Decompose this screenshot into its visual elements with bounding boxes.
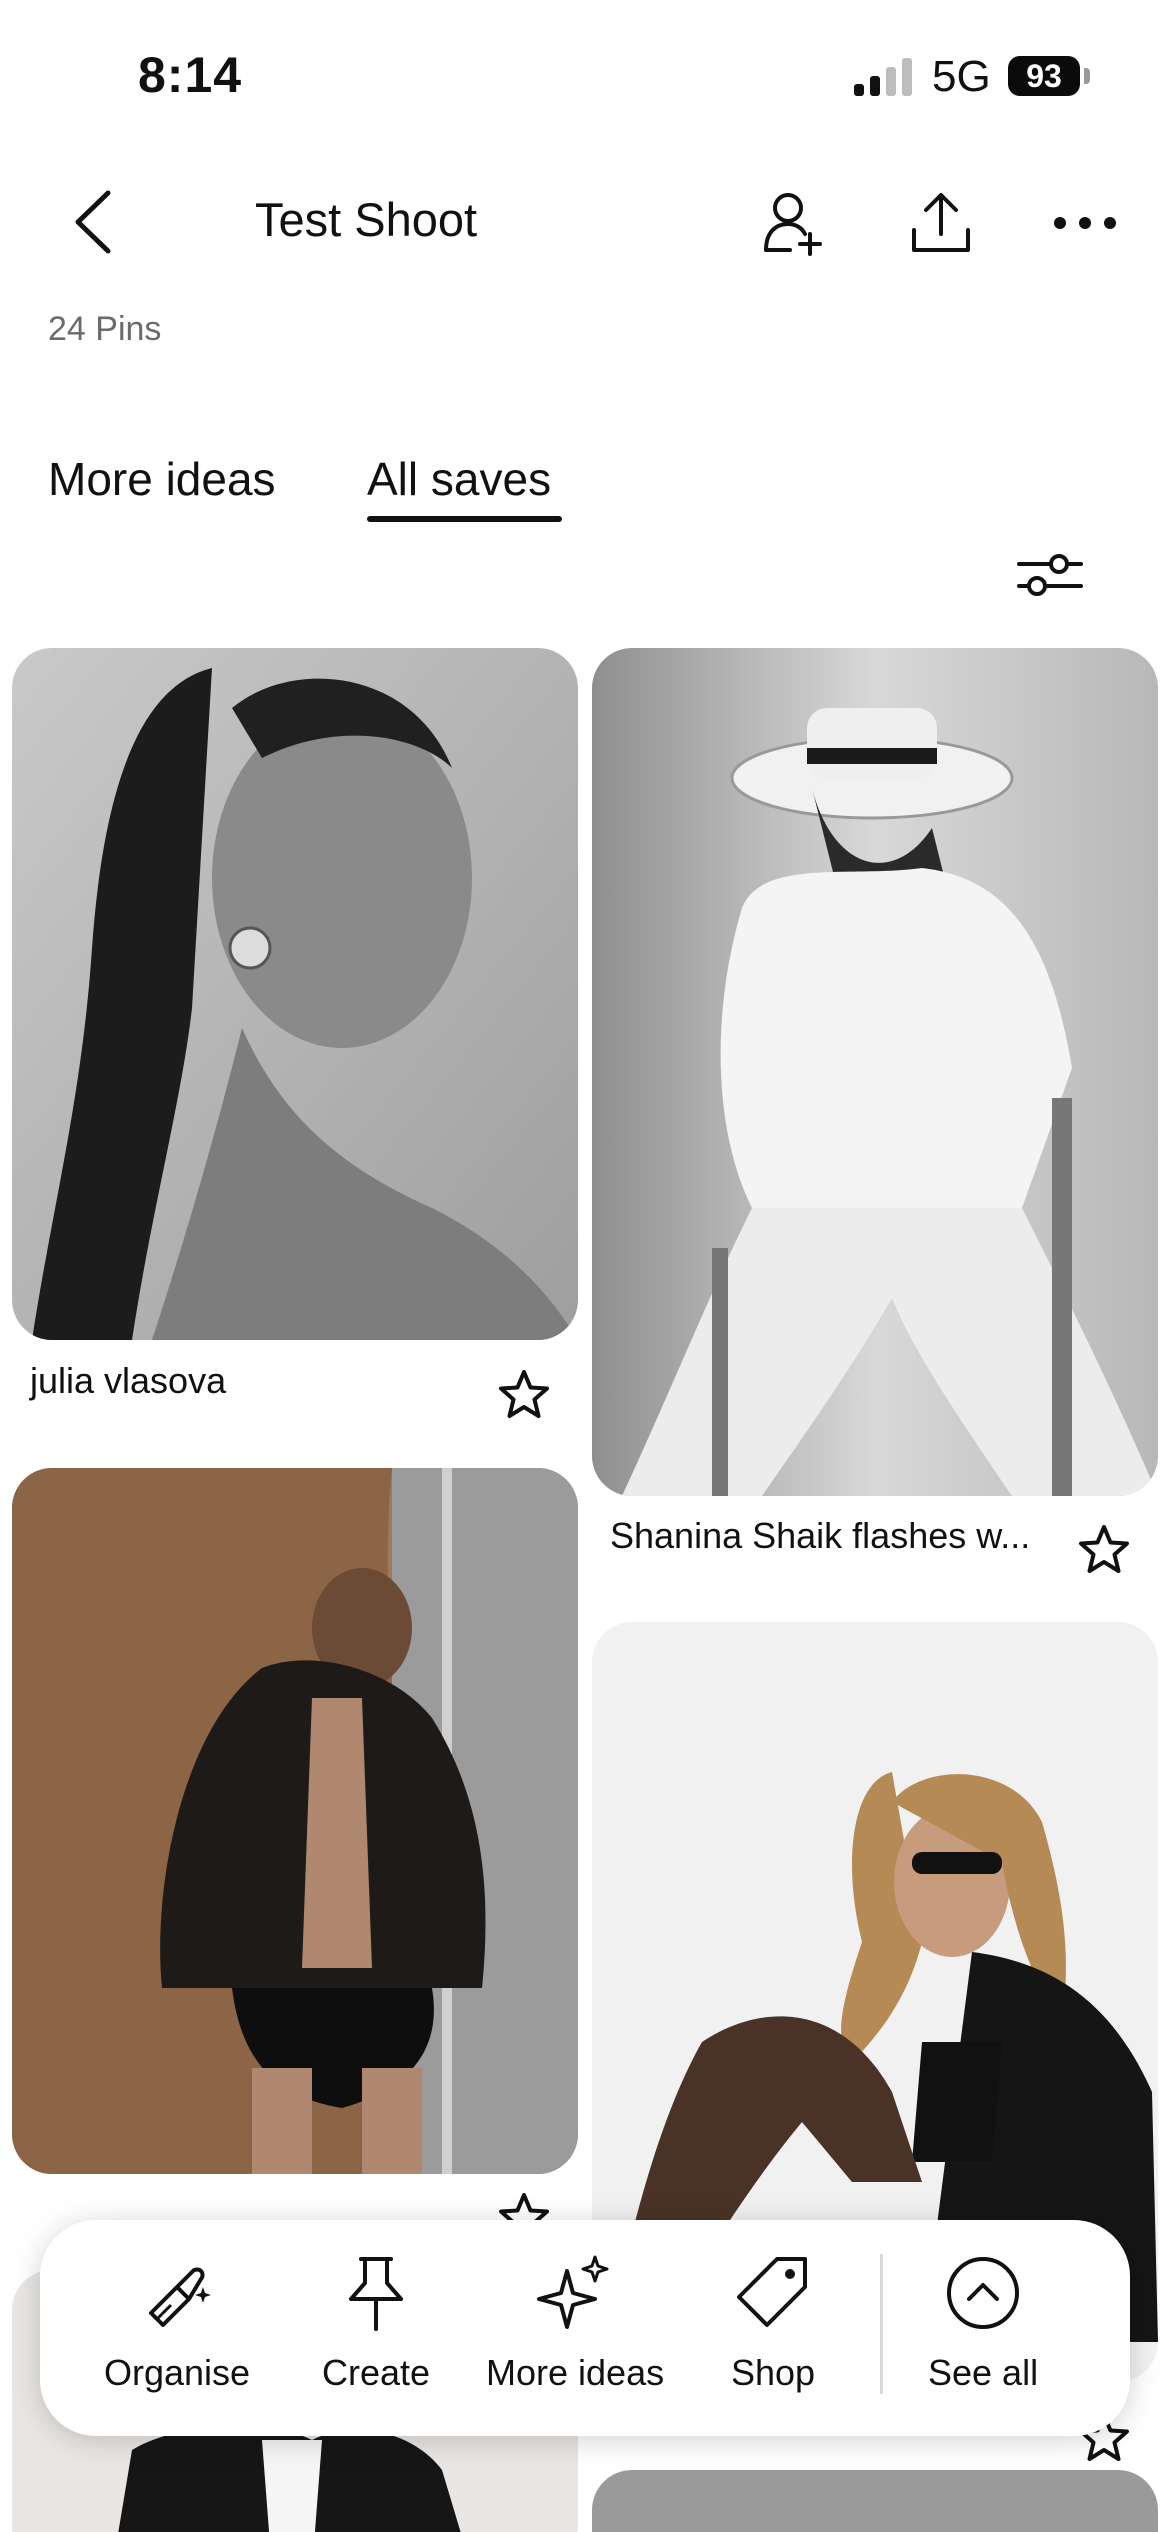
shop-label: Shop	[730, 2352, 816, 2393]
star-icon	[1079, 1525, 1129, 1573]
board-title: Test Shoot	[255, 193, 478, 246]
pin-image[interactable]	[592, 2470, 1158, 2532]
tag-icon	[728, 2248, 818, 2338]
add-collaborator-icon	[764, 193, 822, 256]
pin-count: 24 Pins	[48, 310, 162, 348]
share-button[interactable]	[896, 178, 986, 268]
battery-indicator: 93	[1008, 56, 1080, 96]
status-bar: 8:14 5G 93	[0, 0, 1170, 150]
create-label: Create	[322, 2352, 431, 2393]
filter-sliders-icon	[1017, 554, 1083, 596]
board-header: Test Shoot	[0, 160, 1170, 290]
action-divider	[880, 2254, 883, 2394]
share-icon	[912, 193, 970, 252]
filter-button[interactable]	[1010, 540, 1090, 610]
network-type: 5G	[932, 52, 991, 101]
favorite-button[interactable]	[1074, 1520, 1134, 1580]
shop-button[interactable]: Shop	[728, 2248, 818, 2394]
back-icon	[75, 190, 111, 254]
pin-image[interactable]	[592, 648, 1158, 1496]
active-tab-indicator	[367, 516, 562, 522]
pin-icon	[331, 2248, 421, 2338]
portrait-photo	[592, 2470, 1158, 2532]
organise-label: Organise	[104, 2352, 251, 2393]
battery-cap	[1084, 68, 1090, 84]
pin-image[interactable]	[12, 648, 578, 1340]
broom-sparkle-icon	[132, 2248, 222, 2338]
tab-all-saves[interactable]: All saves	[367, 452, 551, 506]
pin-image[interactable]	[12, 1468, 578, 2174]
pin-title[interactable]: Shanina Shaik flashes w...	[610, 1515, 1030, 1557]
status-time: 8:14	[138, 47, 243, 103]
tab-more-ideas[interactable]: More ideas	[48, 452, 276, 506]
see-all-label: See all	[928, 2352, 1039, 2393]
more-options-button[interactable]	[1040, 178, 1130, 268]
add-collaborator-button[interactable]	[748, 178, 838, 268]
portrait-photo	[592, 648, 1158, 1496]
more-icon	[1054, 217, 1116, 229]
chevron-up-circle-icon	[938, 2248, 1028, 2338]
back-button[interactable]	[62, 182, 122, 262]
organise-button[interactable]: Organise	[104, 2248, 250, 2394]
battery-level: 93	[1026, 58, 1062, 94]
board-action-bar: Organise Create More ideas Shop See all	[40, 2220, 1130, 2436]
sparkle-icon	[530, 2248, 620, 2338]
signal-icon	[854, 58, 912, 96]
portrait-photo	[12, 1468, 578, 2174]
more-ideas-button[interactable]: More ideas	[486, 2248, 664, 2394]
star-icon	[499, 1370, 549, 1418]
board-tabs: More ideas All saves	[0, 440, 1170, 530]
create-button[interactable]: Create	[322, 2248, 430, 2394]
favorite-button[interactable]	[494, 1365, 554, 1425]
pin-title[interactable]: julia vlasova	[30, 1360, 226, 1402]
portrait-photo	[12, 648, 578, 1340]
see-all-button[interactable]: See all	[928, 2248, 1038, 2394]
more-ideas-label: More ideas	[486, 2352, 665, 2393]
